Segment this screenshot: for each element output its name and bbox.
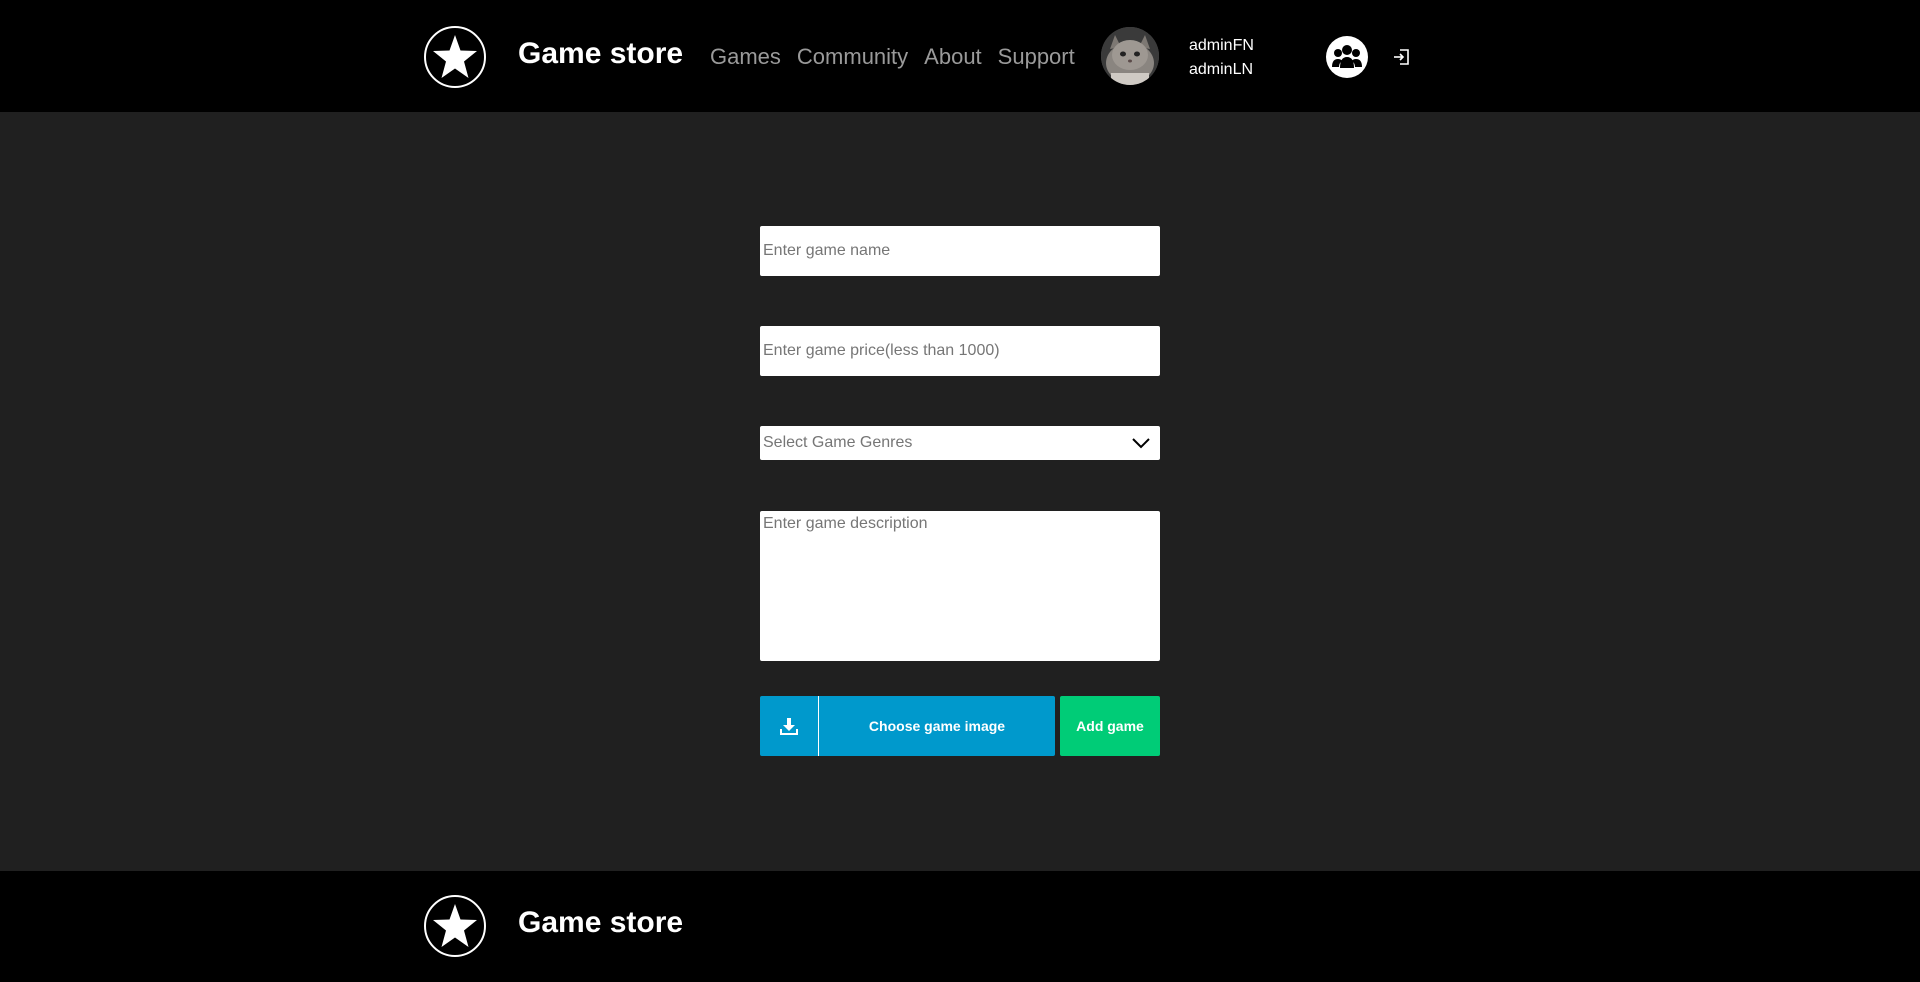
star-logo-icon[interactable] [424, 26, 486, 88]
choose-image-label: Choose game image [868, 718, 1006, 734]
game-price-input[interactable] [760, 326, 1160, 376]
site-footer: Game store [0, 871, 1920, 982]
nav-community[interactable]: Community [797, 44, 908, 70]
add-game-button[interactable]: Add game [1060, 696, 1160, 756]
main-nav: Games Community About Support [710, 44, 1075, 70]
avatar[interactable] [1101, 27, 1159, 85]
genre-select-placeholder: Select Game Genres [763, 434, 913, 451]
game-description-input[interactable] [760, 511, 1160, 661]
nav-support[interactable]: Support [998, 44, 1075, 70]
download-icon [760, 696, 819, 756]
user-last-name: adminLN [1189, 61, 1254, 78]
genre-select[interactable]: Select Game Genres [760, 426, 1160, 460]
nav-games[interactable]: Games [710, 44, 781, 70]
community-icon[interactable] [1326, 36, 1368, 78]
footer-title[interactable]: Game store [518, 906, 683, 940]
site-title[interactable]: Game store [518, 37, 683, 71]
choose-image-button[interactable]: Choose game image [760, 696, 1055, 756]
chevron-down-icon [1132, 438, 1150, 449]
user-name: adminFN adminLN [1189, 34, 1254, 82]
site-header: Game store Games Community About Support… [0, 0, 1920, 112]
nav-about[interactable]: About [924, 44, 982, 70]
user-first-name: adminFN [1189, 37, 1254, 54]
star-logo-icon[interactable] [424, 895, 486, 957]
logout-icon[interactable] [1392, 47, 1412, 67]
game-name-input[interactable] [760, 226, 1160, 276]
